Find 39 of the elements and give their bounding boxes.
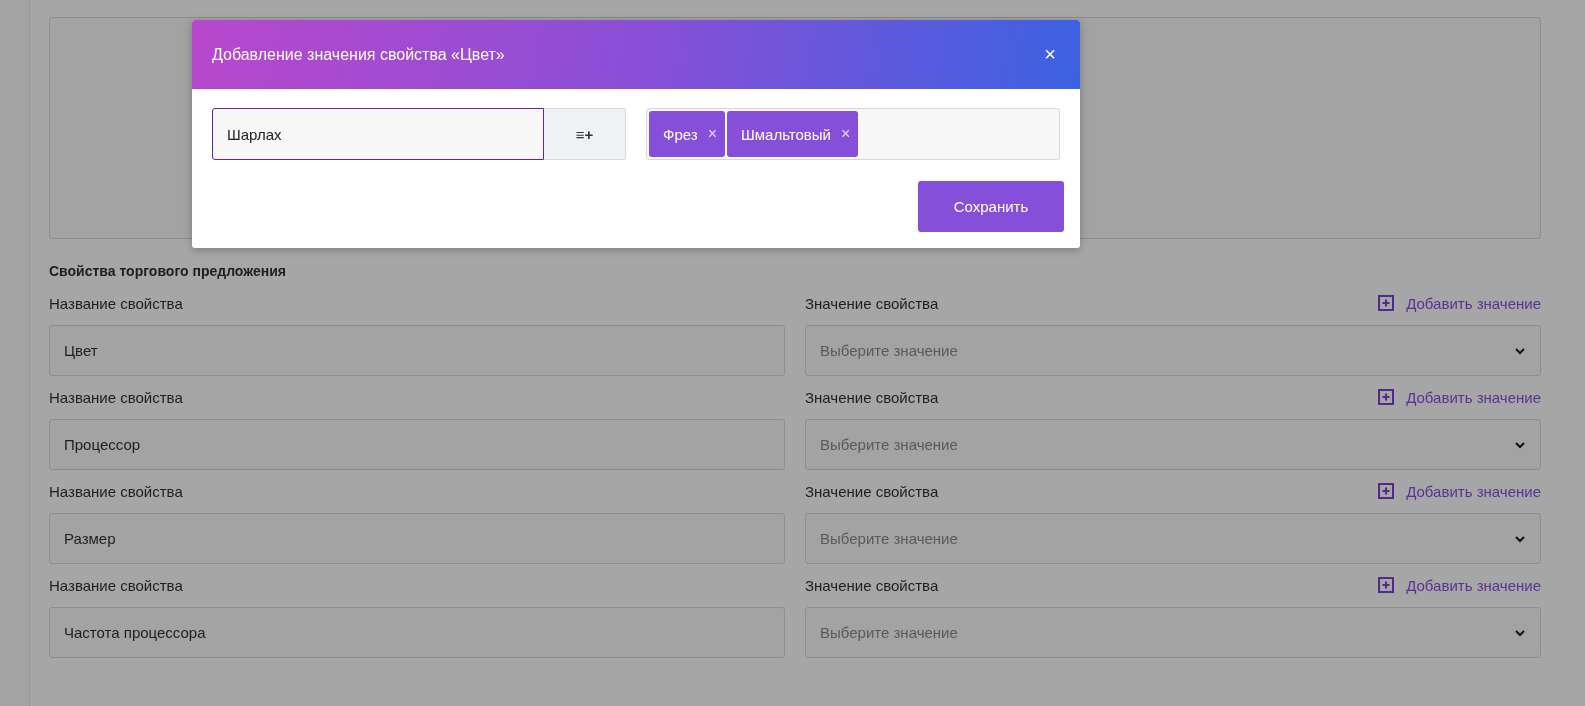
chevron-down-icon <box>1514 534 1526 543</box>
value-select[interactable]: Выберите значение <box>805 513 1541 564</box>
close-button[interactable]: × <box>1040 43 1060 66</box>
property-name-field[interactable]: Процессор <box>49 419 785 470</box>
chevron-down-icon <box>1514 440 1526 449</box>
chevron-down-icon <box>1514 628 1526 637</box>
value-tag: Шмальтовый × <box>727 111 859 157</box>
field-label: Название свойства <box>49 576 183 594</box>
field-label: Название свойства <box>49 388 183 406</box>
property-name-field[interactable]: Размер <box>49 513 785 564</box>
value-input[interactable]: Шарлах <box>212 108 544 160</box>
field-label: Название свойства <box>49 482 183 500</box>
field-label: Название свойства <box>49 294 183 312</box>
plus-square-icon <box>1378 483 1395 499</box>
property-name-field[interactable]: Цвет <box>49 325 785 376</box>
field-label: Значение свойства <box>805 294 939 312</box>
remove-tag-button[interactable]: × <box>707 125 717 143</box>
value-select[interactable]: Выберите значение <box>805 325 1541 376</box>
plus-square-icon <box>1378 389 1395 405</box>
plus-square-icon <box>1378 295 1395 311</box>
remove-tag-button[interactable]: × <box>840 125 851 143</box>
add-value-link[interactable]: Добавить значение <box>1378 294 1541 312</box>
value-tag: Фрез × <box>649 111 725 157</box>
value-select[interactable]: Выберите значение <box>805 419 1541 470</box>
add-value-link[interactable]: Добавить значение <box>1378 482 1541 500</box>
property-name-field[interactable]: Частота процессора <box>49 607 785 658</box>
tags-field[interactable]: Фрез × Шмальтовый × <box>646 108 1060 160</box>
add-button[interactable]: ≡+ <box>544 108 626 160</box>
save-button[interactable]: Сохранить <box>918 181 1064 232</box>
section-title: Свойства торгового предложения <box>49 263 287 279</box>
plus-square-icon <box>1378 577 1395 593</box>
field-label: Значение свойства <box>805 388 939 406</box>
field-label: Значение свойства <box>805 576 939 594</box>
modal-title: Добавление значения свойства «Цвет» <box>212 45 505 64</box>
value-select[interactable]: Выберите значение <box>805 607 1541 658</box>
add-value-link[interactable]: Добавить значение <box>1378 388 1541 406</box>
chevron-down-icon <box>1514 346 1526 355</box>
field-label: Значение свойства <box>805 482 939 500</box>
add-value-link[interactable]: Добавить значение <box>1378 576 1541 594</box>
